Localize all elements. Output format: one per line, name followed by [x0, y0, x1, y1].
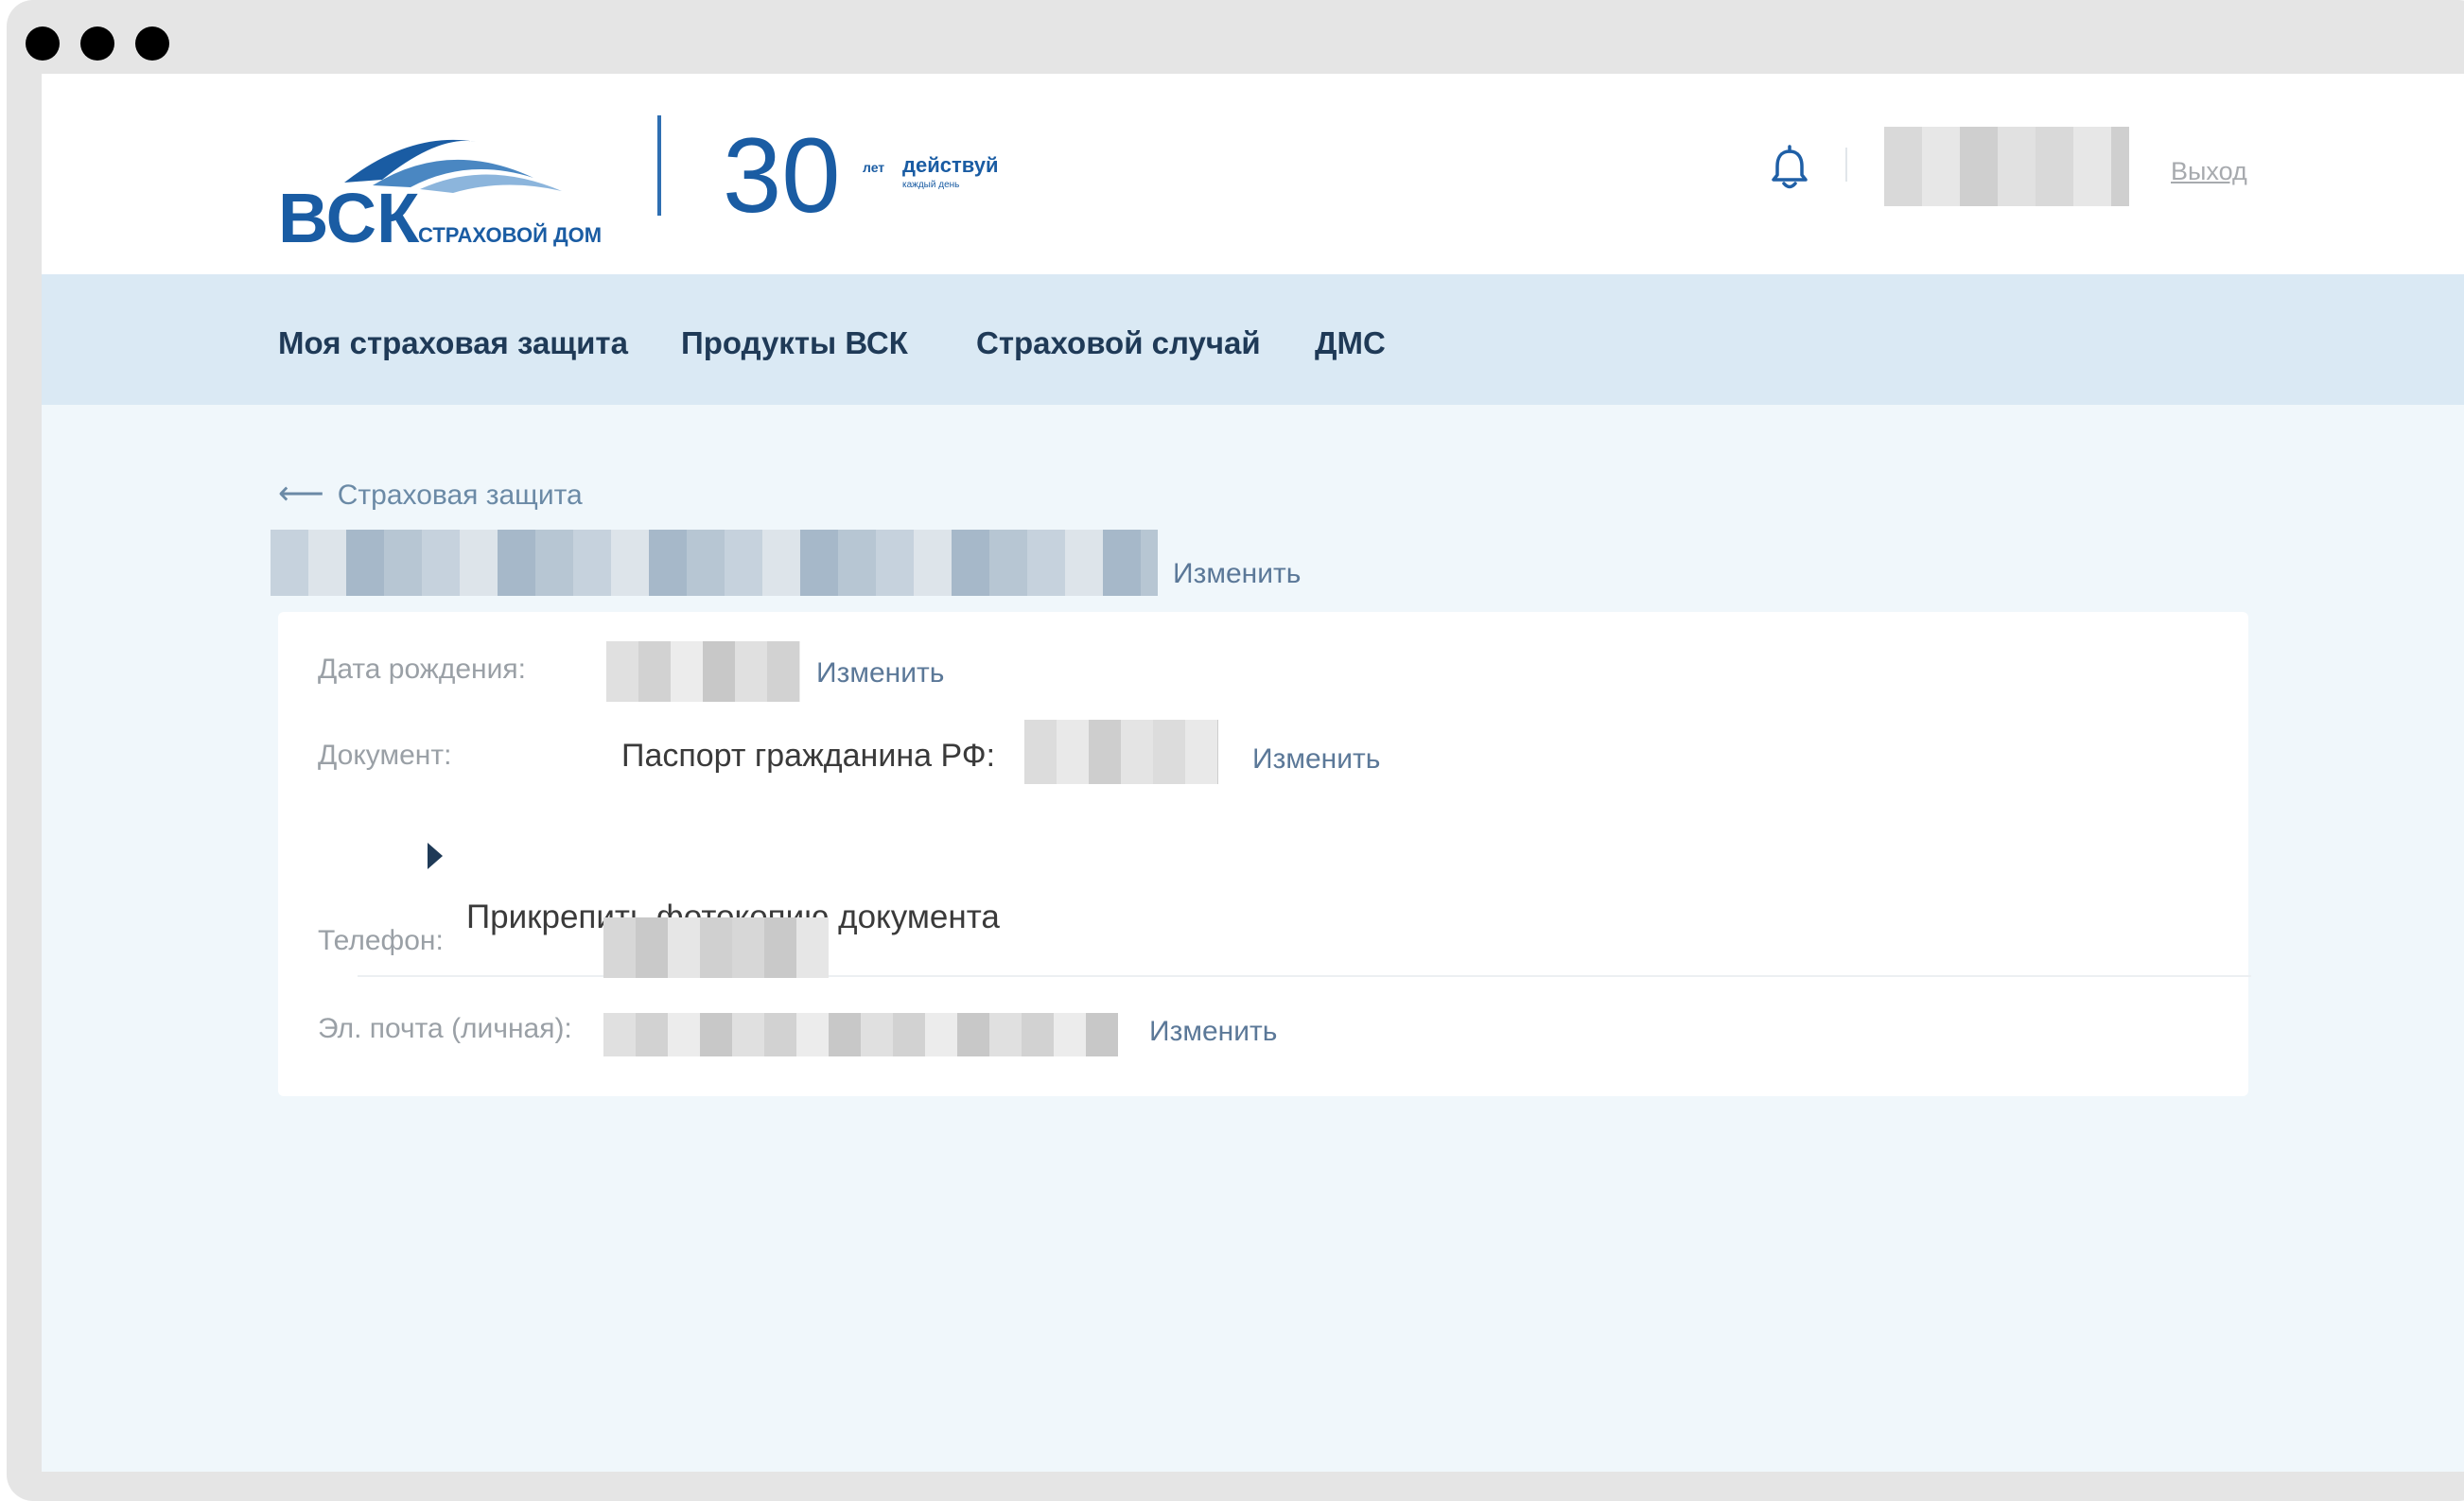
- anniversary-number: 30: [723, 116, 841, 229]
- window-control-dot[interactable]: [26, 26, 60, 61]
- phone-redacted: [603, 917, 829, 978]
- nav-item-my-insurance[interactable]: Моя страховая защита: [278, 325, 628, 361]
- document-number-redacted: [1024, 720, 1218, 784]
- email-label: Эл. почта (личная):: [318, 1013, 572, 1044]
- breadcrumb-back-label: Страховая защита: [337, 480, 583, 511]
- main-nav: Моя страховая защита Продукты ВСК Страхо…: [42, 274, 2464, 405]
- edit-email-link[interactable]: Изменить: [1149, 1016, 1277, 1048]
- logo-subtitle: СТРАХОВОЙ ДОМ: [418, 223, 602, 247]
- logo-divider: [657, 115, 661, 216]
- logo-text: ВСК: [278, 179, 420, 253]
- nav-item-insurance-case[interactable]: Страховой случай: [976, 325, 1261, 361]
- email-redacted: [603, 1013, 1118, 1056]
- header-separator: [1845, 148, 1847, 182]
- caret-right-icon[interactable]: [428, 843, 443, 869]
- vsk-logo[interactable]: ВСК СТРАХОВОЙ ДОМ: [278, 112, 675, 253]
- anniversary-logo: 30 лет действуй каждый день: [723, 116, 998, 229]
- window-control-dot[interactable]: [80, 26, 114, 61]
- edit-name-link[interactable]: Изменить: [1173, 558, 1301, 590]
- edit-birth-date-link[interactable]: Изменить: [816, 657, 944, 689]
- nav-item-products[interactable]: Продукты ВСК: [681, 325, 908, 361]
- full-name-redacted: [271, 530, 1158, 596]
- user-name-redacted[interactable]: [1884, 127, 2129, 206]
- edit-document-link[interactable]: Изменить: [1252, 743, 1380, 776]
- document-type-value: Паспорт гражданина РФ:: [621, 738, 996, 774]
- phone-label: Телефон:: [318, 925, 444, 956]
- site-header: ВСК СТРАХОВОЙ ДОМ 30 лет действуй каждый…: [42, 74, 2464, 274]
- arrow-left-icon: ⟵: [278, 476, 324, 512]
- bell-icon[interactable]: [1769, 144, 1810, 193]
- anniversary-small: лет: [863, 160, 884, 175]
- breadcrumb-back[interactable]: ⟵ Страховая защита: [278, 475, 583, 513]
- page-viewport: ВСК СТРАХОВОЙ ДОМ 30 лет действуй каждый…: [42, 74, 2464, 1472]
- logout-link[interactable]: Выход: [2171, 157, 2247, 186]
- birth-date-label: Дата рождения:: [318, 654, 526, 685]
- anniversary-tagline: каждый день: [902, 180, 959, 190]
- anniversary-slogan: действуй: [902, 153, 998, 177]
- birth-date-redacted: [606, 641, 800, 702]
- nav-item-dms[interactable]: ДМС: [1315, 325, 1386, 361]
- document-label: Документ:: [318, 740, 452, 771]
- window-control-dot[interactable]: [135, 26, 169, 61]
